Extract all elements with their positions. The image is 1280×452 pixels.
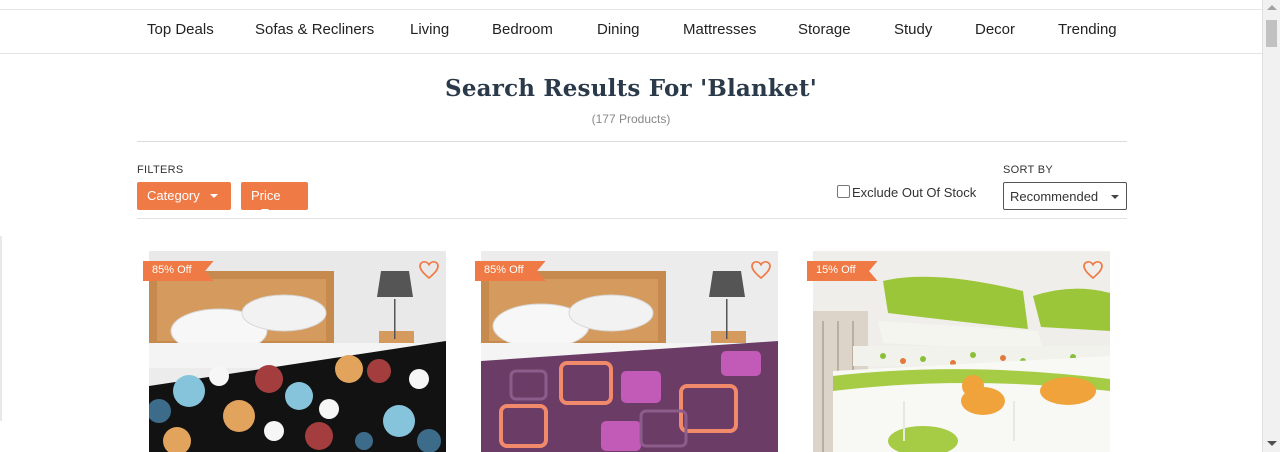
caret-down-icon <box>1111 195 1119 199</box>
filters-divider <box>137 218 1127 219</box>
category-filter-button[interactable]: Category <box>137 182 231 210</box>
nav-item-trending[interactable]: Trending <box>1058 21 1117 38</box>
exclude-out-of-stock-checkbox[interactable] <box>837 185 850 198</box>
product-card[interactable] <box>481 251 778 452</box>
nav-item-top-deals[interactable]: Top Deals <box>147 21 214 38</box>
category-navbar: Top Deals Sofas & Recliners Living Bedro… <box>0 10 1262 54</box>
discount-badge: 15% Off <box>807 261 878 281</box>
scroll-thumb[interactable] <box>1266 20 1277 47</box>
product-image-blanket-semicircle <box>149 251 446 452</box>
discount-badge: 85% Off <box>475 261 546 281</box>
product-image-blanket-kids <box>813 251 1110 452</box>
wishlist-heart-icon[interactable] <box>750 260 772 280</box>
product-image-blanket-purple <box>481 251 778 452</box>
nav-item-sofas-recliners[interactable]: Sofas & Recliners <box>255 21 374 38</box>
price-filter-label: Price <box>251 188 281 203</box>
sort-select[interactable]: Recommended <box>1003 182 1127 210</box>
title-divider <box>137 141 1127 142</box>
left-edge-divider <box>0 236 2 421</box>
exclude-out-of-stock-label: Exclude Out Of Stock <box>852 185 977 200</box>
wishlist-heart-icon[interactable] <box>1082 260 1104 280</box>
price-filter-button[interactable]: Price <box>241 182 308 213</box>
product-card[interactable] <box>813 251 1110 452</box>
product-count: (177 Products) <box>591 112 671 126</box>
sort-by-label: SORT BY <box>1003 164 1053 176</box>
category-filter-label: Category <box>147 188 200 203</box>
exclude-out-of-stock[interactable]: Exclude Out Of Stock <box>837 185 976 200</box>
nav-item-living[interactable]: Living <box>410 21 449 38</box>
filters-label: FILTERS <box>137 164 184 176</box>
product-card[interactable] <box>149 251 446 452</box>
nav-item-bedroom[interactable]: Bedroom <box>492 21 553 38</box>
caret-down-icon <box>209 193 218 198</box>
nav-item-decor[interactable]: Decor <box>975 21 1015 38</box>
page-title: Search Results For 'Blanket' <box>445 75 817 102</box>
caret-down-icon <box>261 208 269 213</box>
discount-badge: 85% Off <box>143 261 214 281</box>
scroll-up-arrow-icon[interactable] <box>1267 5 1277 10</box>
nav-item-dining[interactable]: Dining <box>597 21 640 38</box>
sort-selected-value: Recommended <box>1010 189 1099 204</box>
vertical-scrollbar[interactable] <box>1262 0 1280 452</box>
scroll-down-arrow-icon[interactable] <box>1267 441 1277 446</box>
nav-item-mattresses[interactable]: Mattresses <box>683 21 756 38</box>
wishlist-heart-icon[interactable] <box>418 260 440 280</box>
nav-item-study[interactable]: Study <box>894 21 932 38</box>
nav-item-storage[interactable]: Storage <box>798 21 851 38</box>
